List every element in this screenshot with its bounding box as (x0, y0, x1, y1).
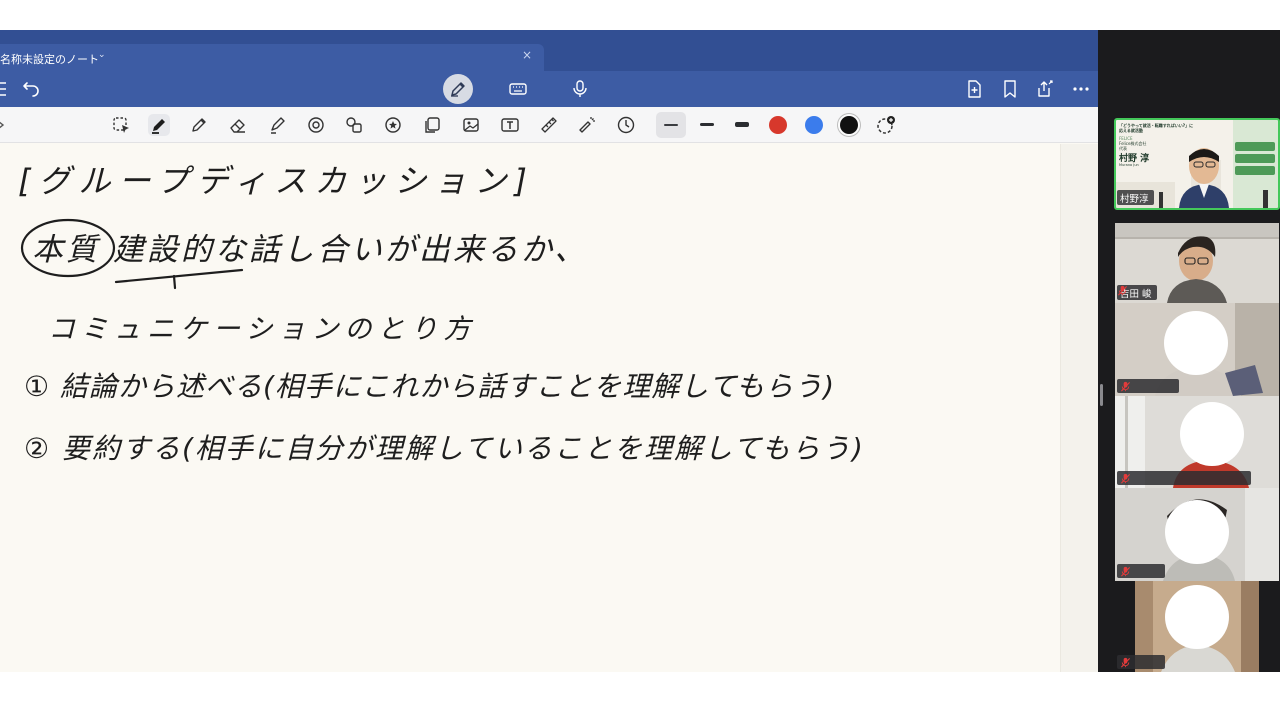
note-line-1: [グループディスカッション] (18, 162, 535, 200)
share-icon[interactable] (1035, 79, 1055, 99)
stroke-width-thin-button[interactable] (656, 112, 686, 138)
drawing-toolbar (0, 107, 1098, 143)
handwritten-note: [グループディスカッション] 本質 建設的な話し合いが出来るか、 コミュニケーシ… (18, 162, 865, 465)
slide-bullet-3 (1235, 166, 1275, 175)
note-line-4: ① 結論から述べる(相手にこれから話すことを理解してもらう) (24, 370, 835, 403)
close-tab-icon[interactable]: × (522, 49, 532, 61)
chevron-down-icon[interactable]: ⌄ (98, 50, 106, 60)
shapes-tool-icon[interactable] (305, 114, 327, 136)
tab-bar: 名称未設定のノート ⌄ × (0, 30, 1098, 71)
screen: 名称未設定のノート ⌄ × [グループディスカッション] 本質 建設的な話し合い… (0, 0, 1280, 720)
note-tab[interactable]: 名称未設定のノート ⌄ × (0, 44, 544, 71)
sticker-tool-icon[interactable] (382, 114, 404, 136)
ruler-tool-icon[interactable] (538, 114, 560, 136)
eraser-tool-icon[interactable] (227, 114, 249, 136)
video-tile-participant-6[interactable] (1115, 581, 1279, 672)
undo-icon[interactable] (20, 79, 40, 99)
participant-name-tag: 吉田 峻 (1117, 285, 1157, 300)
elements-tool-icon[interactable] (343, 114, 365, 136)
slide-headline-2: 応える就活塾 (1119, 128, 1143, 133)
underline-kensetsuteki (114, 268, 244, 284)
keyboard-icon[interactable] (508, 79, 528, 99)
participant-name-tag (1117, 564, 1165, 578)
note-canvas[interactable]: [グループディスカッション] 本質 建設的な話し合いが出来るか、 コミュニケーシ… (0, 144, 1060, 672)
pencil-tool-icon[interactable] (188, 114, 210, 136)
stroke-thick-preview (735, 122, 749, 127)
participant-name-tag: 村野淳 (1117, 190, 1154, 205)
color-red-swatch[interactable] (769, 116, 787, 134)
face-privacy-mask (1180, 402, 1244, 466)
video-tile-participant-4[interactable] (1115, 396, 1279, 488)
lasso-select-tool-icon[interactable] (110, 114, 132, 136)
face-privacy-mask (1165, 500, 1229, 564)
checkmark-icon (840, 116, 858, 134)
stroke-medium-preview (700, 123, 714, 126)
participant-name-tag (1117, 471, 1251, 485)
note-line-2: 本質 建設的な話し合いが出来るか、 (32, 232, 588, 268)
stroke-thin-preview (664, 124, 678, 126)
highlighter-tool-icon[interactable] (266, 114, 288, 136)
muted-microphone-icon (1120, 473, 1131, 484)
face-privacy-mask (1164, 311, 1228, 375)
laser-pointer-tool-icon[interactable] (576, 114, 598, 136)
bookmark-icon[interactable] (1000, 79, 1020, 99)
muted-microphone-icon (1117, 285, 1128, 296)
collapse-toolbar-icon[interactable] (0, 114, 12, 136)
more-options-icon[interactable] (1071, 79, 1091, 99)
sidebar-toggle-icon[interactable] (0, 79, 12, 99)
color-black-swatch-selected[interactable] (840, 116, 858, 134)
video-tile-participant-5[interactable] (1115, 488, 1279, 581)
video-tile-participant-3[interactable] (1115, 303, 1279, 396)
muted-microphone-icon (1120, 381, 1131, 392)
slide-bullet-2 (1235, 154, 1275, 163)
color-blue-swatch[interactable] (805, 116, 823, 134)
copy-tool-icon[interactable] (421, 114, 443, 136)
muted-microphone-icon (1120, 657, 1131, 668)
notes-app-window: 名称未設定のノート ⌄ × [グループディスカッション] 本質 建設的な話し合い… (0, 30, 1098, 672)
main-toolbar (0, 71, 1098, 107)
add-page-icon[interactable] (964, 79, 984, 99)
custom-color-picker-icon[interactable] (875, 114, 897, 136)
participant-name: 村野淳 (1120, 193, 1149, 205)
pen-mode-icon (451, 82, 465, 97)
face-privacy-mask (1165, 585, 1229, 649)
stroke-width-thick-button[interactable] (727, 112, 757, 138)
participant-name-tag (1117, 379, 1179, 393)
microphone-icon[interactable] (570, 79, 590, 99)
slide-person-roman: Murano Jun (1119, 163, 1139, 167)
image-tool-icon[interactable] (460, 114, 482, 136)
video-tile-participant-2[interactable]: 吉田 峻 (1115, 223, 1279, 303)
slide-bullet-1 (1235, 142, 1275, 151)
canvas-scroll-area[interactable] (1060, 144, 1098, 672)
stroke-width-medium-button[interactable] (692, 112, 722, 138)
pen-tool-icon[interactable] (148, 114, 170, 136)
muted-microphone-icon (1120, 566, 1131, 577)
note-tab-title: 名称未設定のノート (0, 53, 99, 66)
handwriting-mode-button[interactable] (443, 74, 473, 104)
text-box-tool-icon[interactable] (499, 114, 521, 136)
participant-name-tag (1117, 655, 1165, 669)
underline-tick (172, 274, 177, 290)
note-line-3: コミュニケーションのとり方 (48, 314, 476, 345)
note-line-5: ② 要約する(相手に自分が理解していることを理解してもらう) (24, 432, 865, 465)
video-tile-speaker[interactable]: 「どうやって就活・転職すればいい?」に 応える就活塾 FELICE Felice… (1115, 120, 1279, 208)
history-tool-icon[interactable] (615, 114, 637, 136)
panel-resize-handle[interactable] (1100, 384, 1103, 406)
